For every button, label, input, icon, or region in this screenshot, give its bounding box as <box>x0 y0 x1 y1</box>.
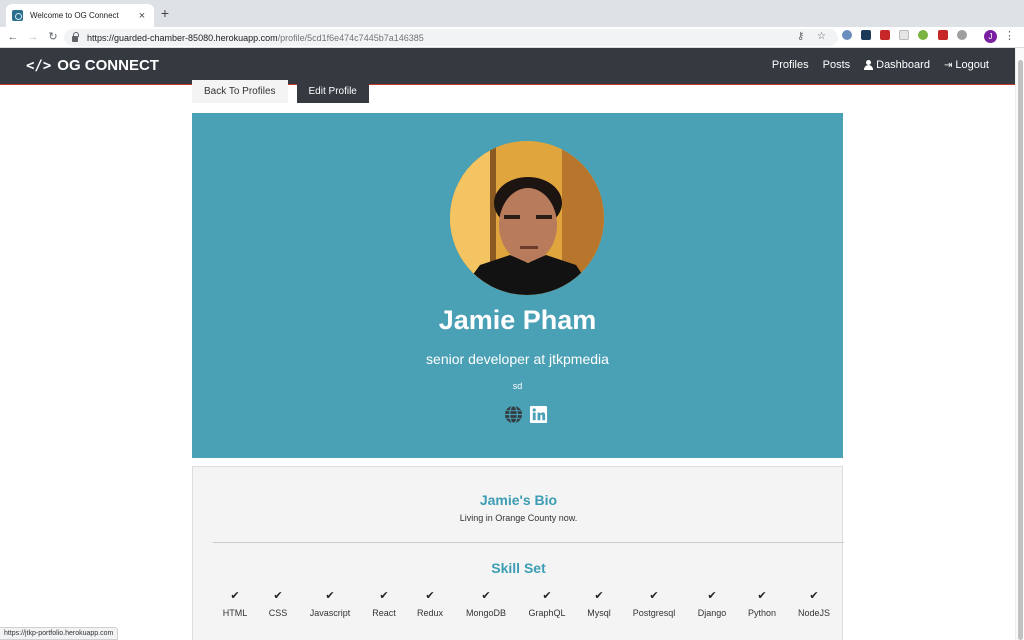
back-arrow-icon[interactable]: ← <box>5 29 21 45</box>
scrollbar-thumb[interactable] <box>1018 60 1023 640</box>
tab-title: Welcome to OG Connect <box>30 11 119 20</box>
link-status-bubble: https://jtkp-portfolio.herokuapp.com <box>0 627 119 640</box>
skill-item: ✔ Javascript <box>309 590 351 618</box>
browser-profile-avatar[interactable]: J <box>984 30 997 43</box>
globe-icon[interactable] <box>504 405 523 424</box>
social-links <box>504 405 548 424</box>
check-icon: ✔ <box>230 590 240 602</box>
profile-header: Jamie Pham senior developer at jtkpmedia… <box>192 113 843 458</box>
skills-list: ✔ HTML ✔ CSS ✔ Javascript ✔ React ✔ Redux ✔ Mo… <box>193 589 844 619</box>
check-icon: ✔ <box>542 590 552 602</box>
check-icon: ✔ <box>707 590 717 602</box>
nav-logout[interactable]: ⇥ Logout <box>944 59 989 71</box>
check-icon: ✔ <box>649 590 659 602</box>
address-bar[interactable]: https://guarded-chamber-85080.herokuapp.… <box>64 29 838 46</box>
profile-about: Jamie's Bio Living in Orange County now.… <box>192 466 844 640</box>
skill-item: ✔ Django <box>697 590 727 618</box>
brand-name: OG CONNECT <box>57 57 159 74</box>
check-icon: ✔ <box>481 590 491 602</box>
nav-posts[interactable]: Posts <box>823 59 851 71</box>
check-icon: ✔ <box>425 590 435 602</box>
forward-arrow-icon[interactable]: → <box>25 29 41 45</box>
check-icon: ✔ <box>594 590 604 602</box>
back-to-profiles-button[interactable]: Back To Profiles <box>192 80 288 103</box>
skill-item: ✔ MongoDB <box>465 590 507 618</box>
new-tab-button[interactable]: + <box>158 5 172 21</box>
extension-icon[interactable] <box>861 30 871 40</box>
skill-item: ✔ GraphQL <box>528 590 566 618</box>
section-divider <box>213 542 844 543</box>
check-icon: ✔ <box>273 590 283 602</box>
site-favicon-icon <box>12 10 23 21</box>
skill-item: ✔ Postgresql <box>632 590 676 618</box>
sign-out-icon: ⇥ <box>943 59 953 71</box>
reload-icon[interactable]: ↻ <box>45 29 61 45</box>
page-scrollbar[interactable] <box>1015 48 1024 640</box>
extension-icon[interactable] <box>938 30 948 40</box>
check-icon: ✔ <box>809 590 819 602</box>
linkedin-icon[interactable] <box>529 405 548 424</box>
skill-item: ✔ NodeJS <box>797 590 831 618</box>
skills-title: Skill Set <box>491 560 546 576</box>
skill-item: ✔ Redux <box>416 590 444 618</box>
nav-profiles[interactable]: Profiles <box>772 59 809 71</box>
url-text: https://guarded-chamber-85080.herokuapp.… <box>87 32 424 43</box>
skill-item: ✔ React <box>372 590 396 618</box>
browser-tab[interactable]: Welcome to OG Connect × <box>6 4 154 27</box>
check-icon: ✔ <box>757 590 767 602</box>
skill-item: ✔ Python <box>747 590 777 618</box>
nav-logout-label: Logout <box>955 59 989 71</box>
bio-title: Jamie's Bio <box>479 492 558 508</box>
extension-icon[interactable] <box>957 30 967 40</box>
profile-name: Jamie Pham <box>438 305 597 335</box>
nav-dashboard[interactable]: Dashboard <box>864 59 930 71</box>
lock-icon <box>72 32 79 42</box>
nav-links: Profiles Posts Dashboard ⇥ Logout <box>772 59 989 71</box>
extension-icon[interactable] <box>842 30 852 40</box>
browser-menu-icon[interactable]: ⋮ <box>1004 29 1015 42</box>
user-icon <box>864 60 874 70</box>
profile-location: sd <box>512 381 523 391</box>
nav-dashboard-label: Dashboard <box>876 59 930 71</box>
star-icon[interactable]: ☆ <box>817 31 826 42</box>
skill-item: ✔ CSS <box>268 590 288 618</box>
page-viewport: </> OG CONNECT Profiles Posts Dashboard … <box>0 48 1015 640</box>
tab-close-button[interactable]: × <box>136 10 148 22</box>
skill-item: ✔ HTML <box>222 590 248 618</box>
extension-icon[interactable] <box>880 30 890 40</box>
bio-text: Living in Orange County now. <box>459 513 578 523</box>
skill-item: ✔ Mysql <box>587 590 611 618</box>
extension-icon[interactable] <box>899 30 909 40</box>
site-navbar: </> OG CONNECT Profiles Posts Dashboard … <box>0 48 1015 85</box>
profile-status: senior developer at jtkpmedia <box>426 351 609 367</box>
brand-logo[interactable]: </> OG CONNECT <box>26 57 159 74</box>
check-icon: ✔ <box>379 590 389 602</box>
avatar <box>450 141 604 295</box>
edit-profile-button[interactable]: Edit Profile <box>296 80 369 103</box>
profile-actions: Back To Profiles Edit Profile <box>192 80 369 103</box>
extension-icon[interactable] <box>918 30 928 40</box>
browser-tab-bar: Welcome to OG Connect × + <box>0 0 1024 27</box>
key-icon[interactable]: ⚷ <box>797 31 804 42</box>
code-icon: </> <box>26 57 52 74</box>
check-icon: ✔ <box>325 590 335 602</box>
